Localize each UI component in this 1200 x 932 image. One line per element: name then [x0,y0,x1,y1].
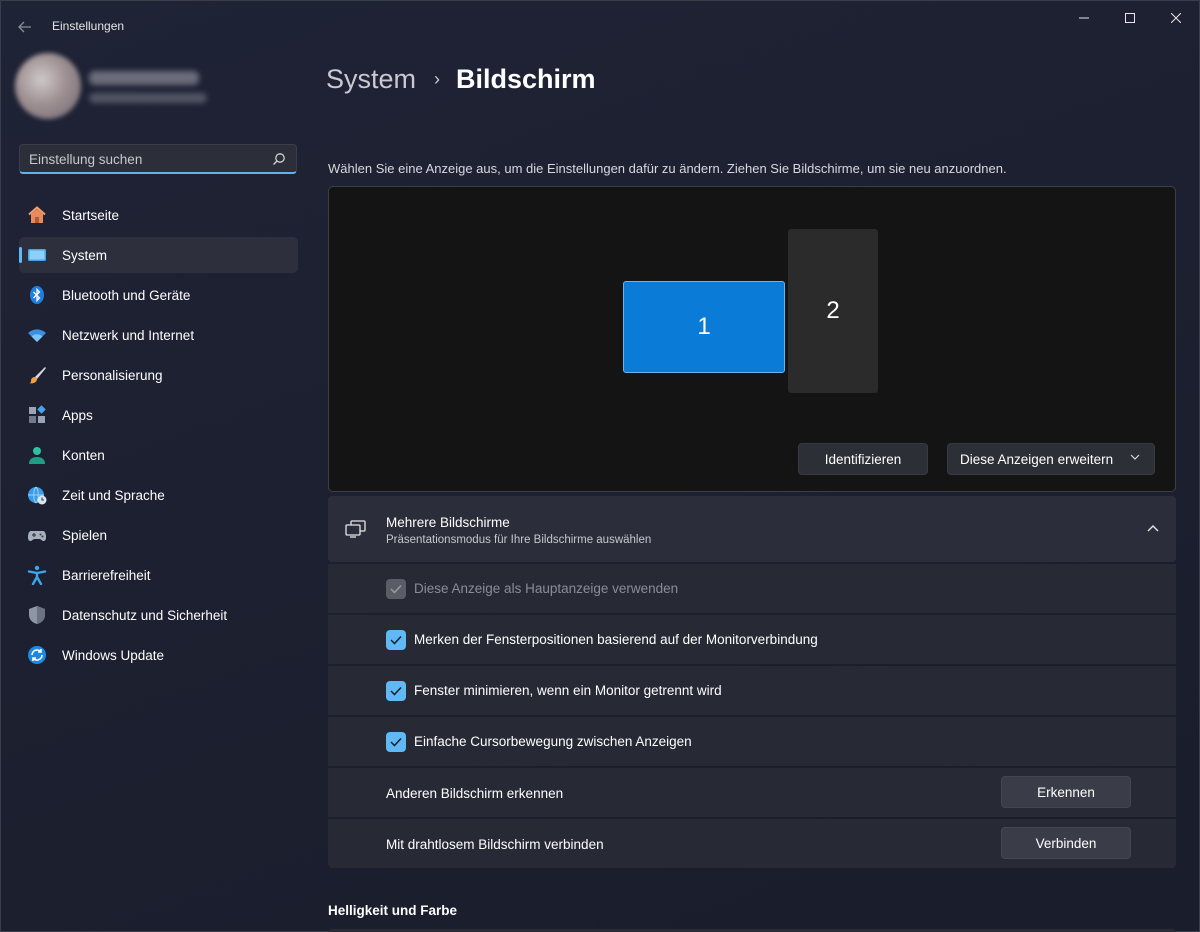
sidebar-item-label: Netzwerk und Internet [62,327,195,343]
sidebar-item-bluetooth[interactable]: Bluetooth und Geräte [19,277,298,313]
detect-display-row: Anderen Bildschirm erkennen Erkennen [328,768,1176,817]
monitor-2[interactable]: 2 [788,229,878,393]
maximize-button[interactable] [1107,1,1153,35]
connect-button[interactable]: Verbinden [1001,827,1131,859]
sidebar-item-label: Spielen [62,527,108,543]
sidebar-item-barrierefreiheit[interactable]: Barrierefreiheit [19,557,298,593]
wireless-display-label: Mit drahtlosem Bildschirm verbinden [386,837,604,852]
chevron-down-icon [1130,454,1140,460]
multiple-displays-title: Mehrere Bildschirme [386,515,510,530]
minimize-windows-checkbox[interactable] [386,681,406,701]
monitor-1[interactable]: 1 [623,281,785,373]
sidebar-item-apps[interactable]: Apps [19,397,298,433]
sidebar-item-label: Konten [62,447,105,463]
globe-clock-icon [27,485,47,505]
monitor-icon [27,245,47,265]
bluetooth-icon [27,285,47,305]
page-title: Bildschirm [456,63,596,94]
chevron-up-icon[interactable] [1146,523,1160,533]
profile-email-blurred [89,93,207,103]
sidebar-item-personalisierung[interactable]: Personalisierung [19,357,298,393]
detect-display-label: Anderen Bildschirm erkennen [386,786,564,801]
title-bar: Einstellungen [1,1,1200,49]
sidebar-nav: Startseite System Bluetooth und Geräte N… [19,197,298,677]
option-row-minimize-windows: Fenster minimieren, wenn ein Monitor get… [328,666,1176,715]
accessibility-icon [27,565,47,585]
app-title: Einstellungen [52,19,125,33]
sidebar-item-label: Startseite [62,207,120,223]
back-arrow-icon [18,21,31,33]
settings-window: Einstellungen Startseite [0,0,1200,932]
sidebar-item-label: System [62,247,108,263]
option-row-cursor-movement: Einfache Cursorbewegung zwischen Anzeige… [328,717,1176,766]
remember-positions-checkbox[interactable] [386,630,406,650]
sidebar-item-system[interactable]: System [19,237,298,273]
sidebar-item-startseite[interactable]: Startseite [19,197,298,233]
brightness-section-title: Helligkeit und Farbe [328,903,458,918]
back-button[interactable] [11,13,39,41]
active-indicator [19,247,22,263]
gamepad-icon [27,525,47,545]
close-button[interactable] [1153,1,1199,35]
apps-icon [27,405,47,425]
sidebar-item-label: Apps [62,407,93,423]
breadcrumb: System › Bildschirm [326,59,596,99]
sidebar-item-label: Bluetooth und Geräte [62,287,191,303]
checkmark-icon [390,584,402,594]
profile-name-blurred [89,71,199,85]
chevron-right-icon: › [434,68,441,89]
sidebar-item-konten[interactable]: Konten [19,437,298,473]
sidebar-item-label: Personalisierung [62,367,163,383]
maximize-icon [1125,13,1135,23]
shield-icon [27,605,47,625]
search-box [19,144,297,174]
avatar[interactable] [15,53,81,119]
sidebar-item-zeit[interactable]: Zeit und Sprache [19,477,298,513]
sidebar-item-label: Datenschutz und Sicherheit [62,607,228,623]
primary-display-checkbox[interactable] [386,579,406,599]
close-icon [1171,13,1181,23]
checkmark-icon [390,737,402,747]
multiple-displays-header[interactable]: Mehrere Bildschirme Präsentationsmodus f… [328,496,1176,562]
checkmark-icon [390,635,402,645]
sidebar-item-datenschutz[interactable]: Datenschutz und Sicherheit [19,597,298,633]
sidebar-item-label: Barrierefreiheit [62,567,151,583]
sidebar-item-label: Zeit und Sprache [62,487,165,503]
identify-button[interactable]: Identifizieren [798,443,928,475]
option-row-primary-display: Diese Anzeige als Hauptanzeige verwenden [328,564,1176,613]
sidebar-item-netzwerk[interactable]: Netzwerk und Internet [19,317,298,353]
cursor-movement-label: Einfache Cursorbewegung zwischen Anzeige… [414,734,692,749]
minimize-windows-label: Fenster minimieren, wenn ein Monitor get… [414,683,722,698]
sidebar-item-label: Windows Update [62,647,165,663]
search-icon[interactable] [272,152,286,166]
arrangement-instruction: Wählen Sie eine Anzeige aus, um die Eins… [328,161,1007,176]
brush-icon [27,365,47,385]
sidebar-item-spielen[interactable]: Spielen [19,517,298,553]
home-icon [27,205,47,225]
search-input[interactable] [20,145,260,173]
breadcrumb-parent[interactable]: System [326,64,416,95]
minimize-icon [1079,17,1089,19]
minimize-button[interactable] [1061,1,1107,35]
remember-positions-label: Merken der Fensterpositionen basierend a… [414,632,818,647]
display-mode-dropdown[interactable]: Diese Anzeigen erweitern [947,443,1155,475]
display-mode-value: Diese Anzeigen erweitern [960,451,1114,467]
checkmark-icon [390,686,402,696]
primary-display-label: Diese Anzeige als Hauptanzeige verwenden [414,581,679,596]
cursor-movement-checkbox[interactable] [386,732,406,752]
wifi-icon [27,325,47,345]
option-row-remember-positions: Merken der Fensterpositionen basierend a… [328,615,1176,664]
detect-button[interactable]: Erkennen [1001,776,1131,808]
wireless-display-row: Mit drahtlosem Bildschirm verbinden Verb… [328,819,1176,868]
person-icon [27,445,47,465]
display-arrangement: 1 2 Identifizieren Diese Anzeigen erweit… [328,186,1176,492]
multiple-monitors-icon [345,520,366,538]
multiple-displays-subtitle: Präsentationsmodus für Ihre Bildschirme … [386,534,652,546]
update-icon [27,645,47,665]
sidebar-item-windows-update[interactable]: Windows Update [19,637,298,673]
